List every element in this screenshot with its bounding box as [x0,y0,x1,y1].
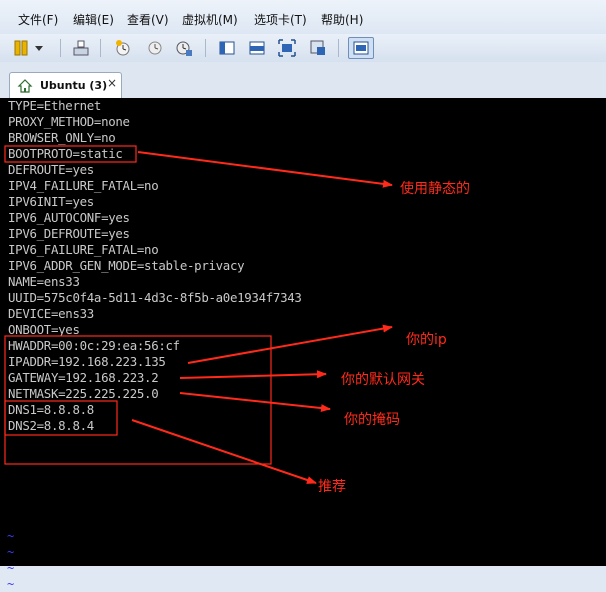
menu-view[interactable]: 查看(V) [127,11,169,28]
home-icon [17,79,33,93]
config-line: BROWSER_ONLY=no [8,130,116,145]
toolbar-separator [100,39,101,57]
config-line: IPV4_FAILURE_FATAL=no [8,178,159,193]
config-line: IPV6_DEFROUTE=yes [8,226,130,241]
menu-file[interactable]: 文件(F) [18,11,58,28]
menu-vm[interactable]: 虚拟机(M) [182,11,238,28]
menu-tabs[interactable]: 选项卡(T) [254,11,307,28]
toolbar-separator [205,39,206,57]
config-line: BOOTPROTO=static [8,146,123,161]
send-keys-icon[interactable] [70,37,92,59]
snapshot-icon[interactable] [112,37,134,59]
config-line: NETMASK=225.225.225.0 [8,386,159,401]
config-line: PROXY_METHOD=none [8,114,130,129]
config-line: ONBOOT=yes [8,322,80,337]
config-line: IPV6_ADDR_GEN_MODE=stable-privacy [8,258,245,273]
tab-ubuntu[interactable]: Ubuntu (3) × [9,72,122,98]
tab-label: Ubuntu (3) [40,79,108,92]
thumbnail-view-icon[interactable] [348,37,374,59]
annotation-gateway: 你的默认网关 [341,372,425,388]
config-line: HWADDR=00:0c:29:ea:56:cf [8,338,180,353]
revert-snapshot-icon[interactable] [144,37,166,59]
menu-help[interactable]: 帮助(H) [321,11,363,28]
config-line: DNS2=8.8.8.4 [8,418,94,433]
config-file-content: TYPE=Ethernet PROXY_METHOD=none BROWSER_… [8,98,302,434]
toolbar-separator [60,39,61,57]
config-line: GATEWAY=192.168.223.2 [8,370,159,385]
config-line: TYPE=Ethernet [8,98,102,113]
config-line: DEFROUTE=yes [8,162,94,177]
config-line: IPV6INIT=yes [8,194,94,209]
close-icon[interactable]: × [107,76,117,90]
config-line: DNS1=8.8.8.8 [8,402,94,417]
pause-icon[interactable] [10,37,32,59]
toolbar [0,34,606,62]
empty-line-markers: ~ ~ ~ ~ [7,528,14,592]
tab-strip: Ubuntu (3) × [0,62,606,99]
config-line: UUID=575c0f4a-5d11-4d3c-8f5b-a0e1934f734… [8,290,302,305]
fullscreen-icon[interactable] [276,37,298,59]
annotation-dns: 推荐 [318,479,346,495]
annotation-netmask: 你的掩码 [344,412,400,428]
toolbar-separator [338,39,339,57]
annotation-static: 使用静态的 [400,181,470,197]
unity-icon[interactable] [307,37,329,59]
annotation-ip: 你的ip [406,332,447,348]
config-line: IPV6_FAILURE_FATAL=no [8,242,159,257]
dropdown-arrow-icon[interactable] [32,37,46,59]
config-line: NAME=ens33 [8,274,80,289]
menu-edit[interactable]: 编辑(E) [73,11,114,28]
terminal-screen[interactable]: TYPE=Ethernet PROXY_METHOD=none BROWSER_… [0,98,606,591]
sidebar-view-icon[interactable] [216,37,238,59]
config-line: IPADDR=192.168.223.135 [8,354,166,369]
tilde-marker: ~ [7,577,15,591]
snapshot-manager-icon[interactable] [173,37,195,59]
config-line: DEVICE=ens33 [8,306,94,321]
console-view-icon[interactable] [246,37,268,59]
menu-bar: 文件(F) 编辑(E) 查看(V) 虚拟机(M) 选项卡(T) 帮助(H) [0,0,606,34]
config-line: IPV6_AUTOCONF=yes [8,210,130,225]
tilde-marker: ~ [7,545,15,559]
tilde-marker: ~ [7,561,15,575]
tilde-marker: ~ [7,529,15,543]
